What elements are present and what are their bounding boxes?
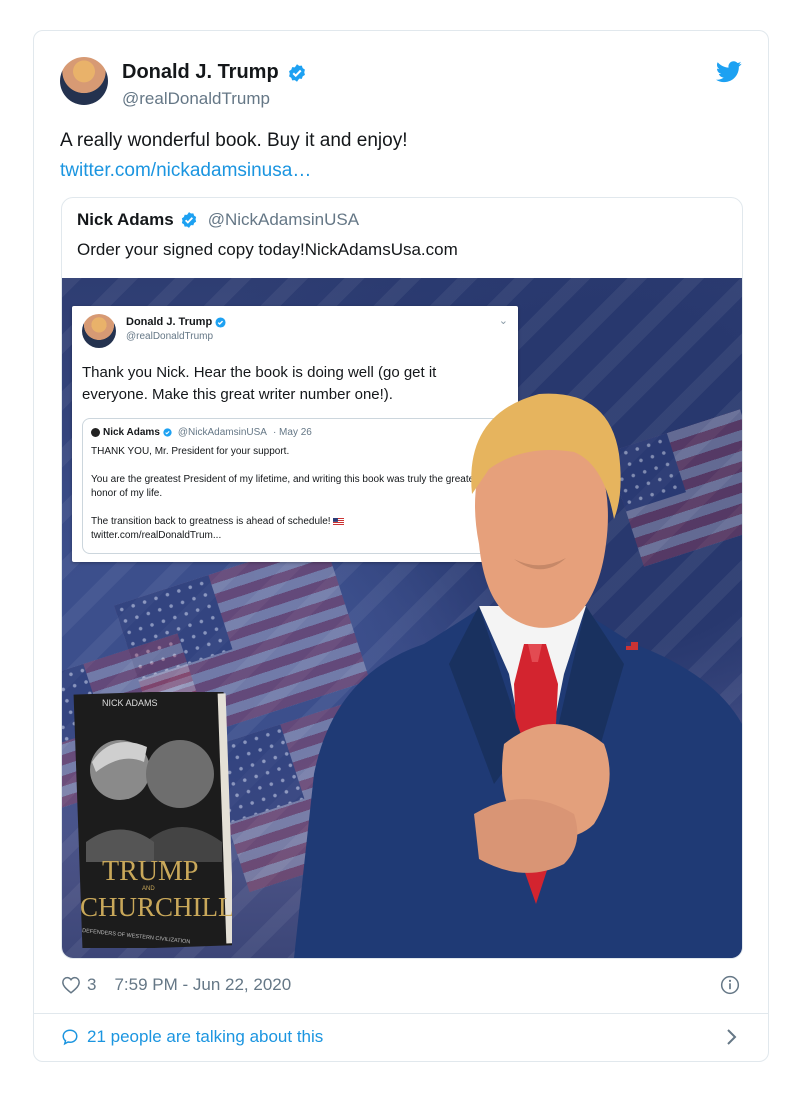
trump-figure-illustration: [294, 393, 742, 958]
embedded-author: Donald J. Trump: [126, 316, 226, 328]
verified-badge-icon: [288, 63, 305, 82]
like-count[interactable]: 3: [87, 975, 96, 995]
speech-bubble-icon: [62, 1029, 78, 1046]
twitter-bird-icon[interactable]: [716, 61, 742, 83]
tweet-meta: 3 7:59 PM - Jun 22, 2020: [61, 975, 291, 995]
tweet-text: A really wonderful book. Buy it and enjo…: [60, 130, 408, 151]
embedded-handle: @realDonaldTrump: [126, 331, 214, 342]
author-handle[interactable]: @realDonaldTrump: [122, 89, 270, 109]
verified-badge-icon: [181, 212, 196, 228]
chevron-down-icon: ⌄: [498, 315, 508, 327]
tweet-media-image[interactable]: Donald J. Trump @realDonaldTrump ⌄ Thank…: [62, 278, 742, 958]
author-name-row[interactable]: Donald J. Trump: [122, 61, 307, 84]
info-icon[interactable]: [720, 975, 740, 995]
heart-icon[interactable]: [61, 976, 81, 994]
embedded-avatar: [82, 314, 116, 348]
quoted-text: Order your signed copy today!NickAdamsUs…: [77, 240, 458, 259]
quoted-header: Nick Adams @NickAdamsinUSA: [77, 210, 359, 230]
tweet-card[interactable]: Donald J. Trump @realDonaldTrump A reall…: [33, 30, 769, 1062]
tweet-link[interactable]: twitter.com/nickadamsinusa…: [60, 157, 311, 185]
divider: [34, 1013, 768, 1014]
chevron-right-icon[interactable]: [726, 1027, 738, 1047]
verified-badge-icon: [215, 316, 226, 328]
conversation-link[interactable]: 21 people are talking about this: [61, 1027, 323, 1047]
verified-badge-icon: [163, 428, 172, 437]
conversation-count[interactable]: 21 people are talking about this: [87, 1027, 323, 1047]
tweet-timestamp[interactable]: 7:59 PM - Jun 22, 2020: [114, 975, 291, 995]
embedded-quote-author: Nick Adams: [103, 427, 160, 438]
book-cover-image: NICK ADAMS TRUMP AND CHURCHILL DEFENDERS…: [73, 692, 232, 948]
book-author: NICK ADAMS: [102, 698, 158, 708]
book-title-trump: TRUMP: [102, 856, 198, 887]
quoted-author-handle: @NickAdamsinUSA: [207, 210, 360, 229]
author-name[interactable]: Donald J. Trump: [122, 61, 279, 84]
embedded-author-name: Donald J. Trump: [126, 316, 213, 328]
author-avatar[interactable]: [60, 57, 108, 105]
embedded-quote-avatar: [91, 428, 100, 437]
book-title-churchill: CHURCHILL: [80, 892, 232, 922]
embedded-quote-handle: @NickAdamsinUSA: [177, 427, 267, 438]
quoted-author-name: Nick Adams: [77, 210, 174, 229]
quoted-tweet[interactable]: Nick Adams @NickAdamsinUSA Order your si…: [61, 197, 743, 959]
